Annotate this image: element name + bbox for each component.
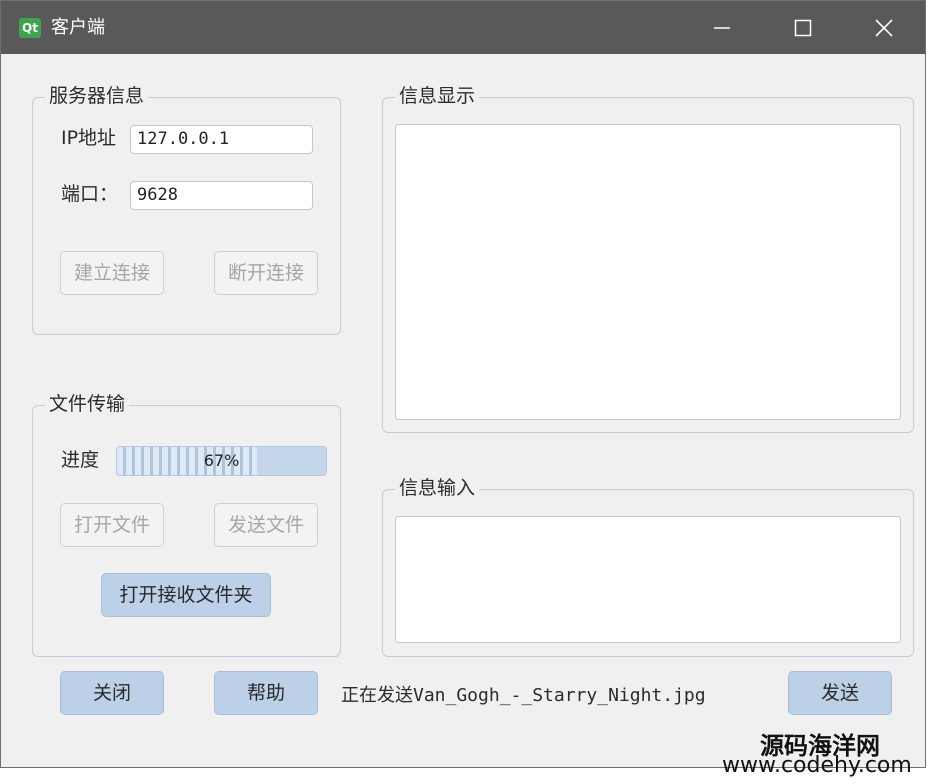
maximize-icon [794,19,812,37]
server-info-title: 服务器信息 [45,84,149,108]
client-window: Qt 客户端 服务器信息 IP地址 127.0.0.1 端口： 9628 建立连… [0,0,926,768]
send-button[interactable]: 发送 [788,671,892,715]
port-input[interactable]: 9628 [130,181,313,210]
send-file-button[interactable]: 发送文件 [214,503,318,547]
open-receive-folder-button[interactable]: 打开接收文件夹 [101,573,271,617]
title-bar[interactable]: Qt 客户端 [1,1,925,54]
port-label: 端口： [61,183,119,205]
open-file-button[interactable]: 打开文件 [60,503,164,547]
message-display-title: 信息显示 [395,84,480,108]
maximize-button[interactable] [768,1,838,54]
ip-label: IP地址 [61,127,117,149]
close-button[interactable]: 关闭 [60,671,164,715]
progress-text: 67% [203,451,240,470]
message-input-title: 信息输入 [395,476,480,500]
message-input-area[interactable] [395,516,901,643]
progress-label: 进度 [61,449,100,471]
disconnect-button[interactable]: 断开连接 [214,251,318,295]
window-title: 客户端 [51,17,105,38]
close-window-button[interactable] [849,1,919,54]
help-button[interactable]: 帮助 [214,671,318,715]
ip-input[interactable]: 127.0.0.1 [130,125,313,154]
qt-app-icon: Qt [19,18,41,38]
message-display-area[interactable] [395,124,901,420]
transfer-status-text: 正在发送Van_Gogh_-_Starry_Night.jpg [341,685,706,706]
progress-bar: 67% [116,446,327,476]
close-icon [875,19,893,37]
minimize-icon [714,27,730,29]
file-transfer-title: 文件传输 [45,392,130,416]
minimize-button[interactable] [687,1,757,54]
connect-button[interactable]: 建立连接 [60,251,164,295]
watermark-site-url: www.codehy.com [722,753,912,778]
